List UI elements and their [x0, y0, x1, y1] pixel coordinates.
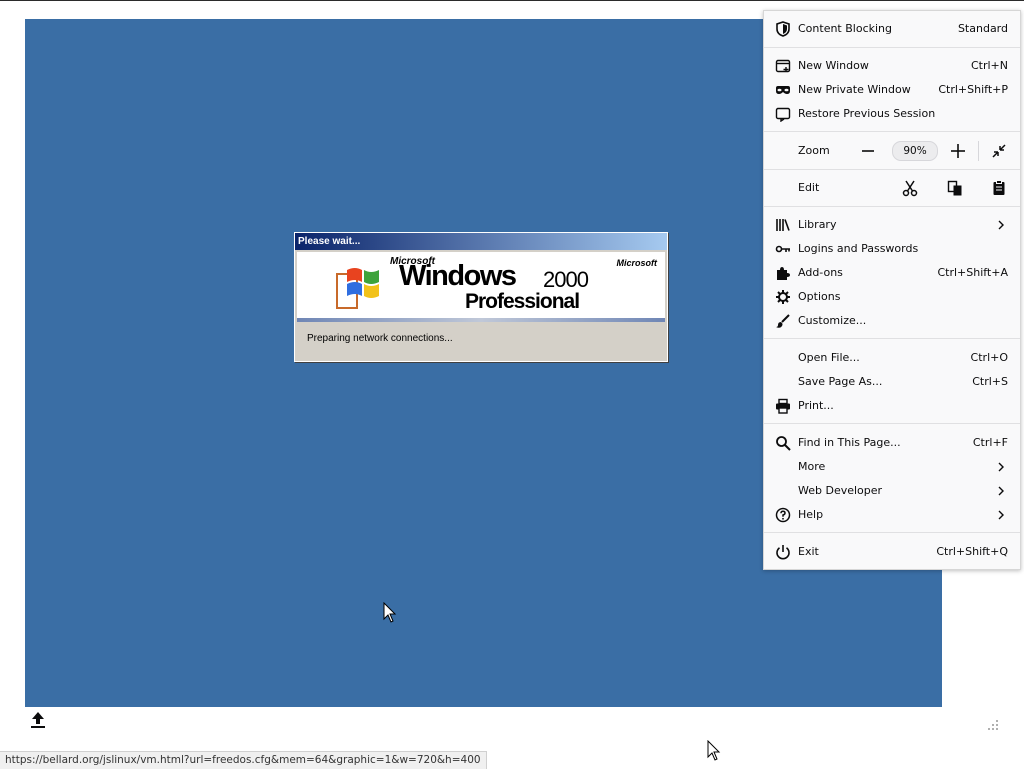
- help-icon: [775, 507, 791, 523]
- product-name: Windows: [399, 260, 517, 292]
- menu-item-new-private-window[interactable]: New Private Window Ctrl+Shift+P: [764, 78, 1020, 102]
- menu-label: Open File...: [798, 351, 860, 364]
- menu-shortcut: Ctrl+S: [972, 375, 1008, 388]
- zoom-in-button[interactable]: [948, 141, 968, 161]
- top-border: [0, 0, 1024, 1]
- toolbar-divider: [978, 141, 979, 161]
- menu-item-open-file[interactable]: Open File... Ctrl+O: [764, 346, 1020, 370]
- menu-shortcut: Ctrl+F: [972, 436, 1008, 449]
- brush-icon: [776, 314, 790, 328]
- menu-item-exit[interactable]: Exit Ctrl+Shift+Q: [764, 540, 1020, 564]
- cut-icon[interactable]: [900, 178, 920, 198]
- menu-item-new-window[interactable]: New Window Ctrl+N: [764, 54, 1020, 78]
- chevron-right-icon: [998, 462, 1004, 472]
- menu-label: Options: [798, 290, 841, 303]
- dialog-title: Please wait...: [295, 233, 667, 250]
- menu-item-library[interactable]: Library: [764, 213, 1020, 237]
- progress-strip: [297, 318, 665, 322]
- menu-item-find[interactable]: Find in This Page... Ctrl+F: [764, 431, 1020, 455]
- menu-item-restore-session[interactable]: Restore Previous Session: [764, 102, 1020, 126]
- resize-grip-icon[interactable]: [987, 719, 999, 731]
- menu-item-logins[interactable]: Logins and Passwords: [764, 237, 1020, 261]
- menu-item-save-page[interactable]: Save Page As... Ctrl+S: [764, 370, 1020, 394]
- puzzle-icon: [777, 267, 790, 280]
- menu-shortcut: Ctrl+Shift+A: [937, 266, 1008, 279]
- chevron-right-icon: [998, 510, 1004, 520]
- menu-value: Standard: [957, 22, 1008, 35]
- printer-icon: [776, 398, 790, 414]
- menu-label: Customize...: [798, 314, 867, 327]
- app-menu-panel: Content Blocking Standard New Window Ctr…: [763, 10, 1021, 570]
- chevron-right-icon: [998, 220, 1004, 230]
- menu-label: Restore Previous Session: [798, 107, 936, 120]
- mouse-cursor-icon: [383, 602, 397, 623]
- menu-separator: [764, 338, 1020, 339]
- menu-item-help[interactable]: Help: [764, 503, 1020, 527]
- edit-label: Edit: [798, 181, 820, 194]
- windows-wait-dialog: Please wait... Microsoft Microsoft Windo…: [294, 232, 668, 362]
- mask-icon: [776, 86, 790, 94]
- menu-shortcut: Ctrl+Shift+P: [938, 83, 1008, 96]
- fullscreen-icon[interactable]: [989, 141, 1009, 161]
- status-text: Preparing network connections...: [307, 333, 453, 344]
- menu-label: Find in This Page...: [798, 436, 901, 449]
- menu-label: More: [798, 460, 826, 473]
- windows-flag-icon: [336, 268, 379, 309]
- menu-label: New Private Window: [798, 83, 911, 96]
- zoom-label: Zoom: [798, 144, 830, 157]
- library-icon: [776, 219, 790, 231]
- menu-label: Add-ons: [798, 266, 843, 279]
- menu-item-print[interactable]: Print...: [764, 394, 1020, 418]
- menu-item-edit: Edit: [764, 176, 1020, 200]
- gear-icon: [776, 290, 790, 304]
- menu-label: New Window: [798, 59, 869, 72]
- menu-shortcut: Ctrl+N: [970, 59, 1008, 72]
- shield-icon: [776, 21, 790, 37]
- microsoft-logo-text: Microsoft: [616, 258, 658, 268]
- zoom-reset-button[interactable]: 90%: [892, 141, 938, 161]
- menu-label: Help: [798, 508, 824, 521]
- windows-banner: Microsoft Microsoft Windows 2000 Profess…: [297, 252, 665, 318]
- key-icon: [775, 245, 790, 253]
- menu-item-addons[interactable]: Add-ons Ctrl+Shift+A: [764, 261, 1020, 285]
- zoom-out-button[interactable]: [858, 141, 878, 161]
- menu-label: Content Blocking: [798, 22, 893, 35]
- restore-icon: [775, 107, 791, 122]
- menu-item-zoom: Zoom 90%: [764, 139, 1020, 163]
- paste-icon[interactable]: [989, 178, 1009, 198]
- new-window-icon: [775, 59, 791, 73]
- product-edition: Professional: [465, 290, 580, 313]
- menu-label: Exit: [798, 545, 819, 558]
- upload-icon[interactable]: [29, 710, 47, 730]
- menu-label: Library: [798, 218, 837, 231]
- menu-item-web-developer[interactable]: Web Developer: [764, 479, 1020, 503]
- menu-separator: [764, 206, 1020, 207]
- menu-item-customize[interactable]: Customize...: [764, 309, 1020, 333]
- menu-separator: [764, 131, 1020, 132]
- menu-shortcut: Ctrl+Shift+Q: [936, 545, 1008, 558]
- menu-shortcut: Ctrl+O: [970, 351, 1008, 364]
- mouse-cursor-icon: [707, 740, 721, 761]
- menu-separator: [764, 532, 1020, 533]
- menu-separator: [764, 423, 1020, 424]
- status-url: https://bellard.org/jslinux/vm.html?url=…: [0, 751, 487, 769]
- menu-label: Save Page As...: [798, 375, 883, 388]
- power-icon: [776, 545, 790, 560]
- menu-label: Logins and Passwords: [798, 242, 919, 255]
- menu-separator: [764, 169, 1020, 170]
- menu-item-options[interactable]: Options: [764, 285, 1020, 309]
- menu-item-content-blocking[interactable]: Content Blocking Standard: [764, 17, 1020, 41]
- menu-label: Print...: [798, 399, 834, 412]
- menu-item-more[interactable]: More: [764, 455, 1020, 479]
- copy-icon[interactable]: [945, 178, 965, 198]
- menu-separator: [764, 47, 1020, 48]
- menu-label: Web Developer: [798, 484, 883, 497]
- chevron-right-icon: [998, 486, 1004, 496]
- search-icon: [776, 436, 791, 451]
